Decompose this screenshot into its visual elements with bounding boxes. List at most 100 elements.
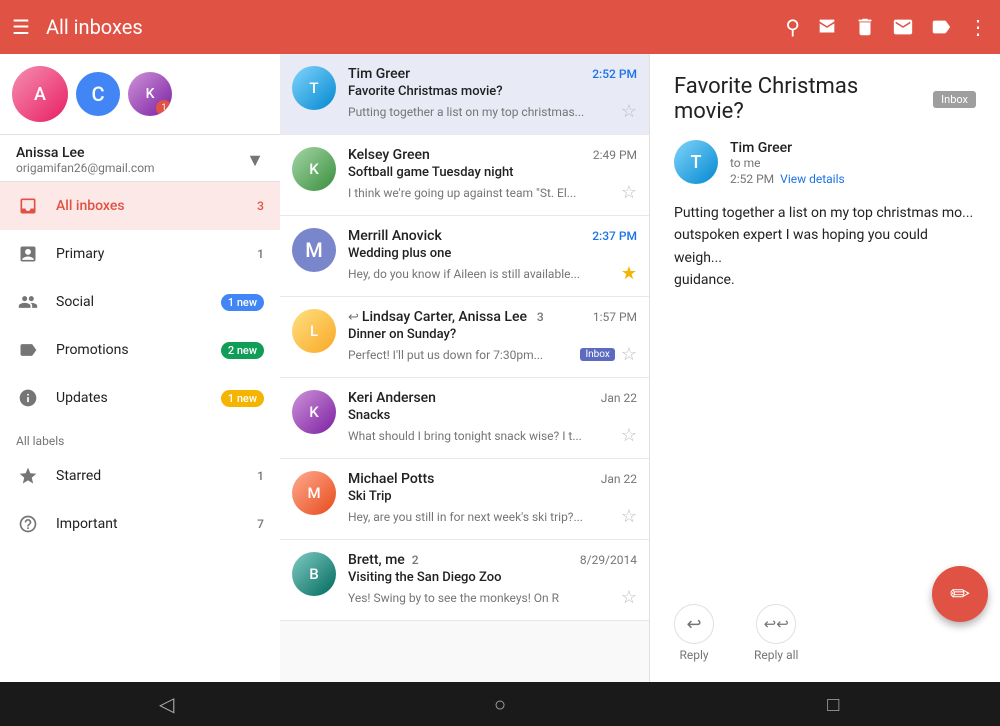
reply-all-button[interactable]: ↩↩ Reply all <box>754 604 798 662</box>
sidebar-item-primary[interactable]: Primary 1 <box>0 230 280 278</box>
email-sender-3: Merrill Anovick <box>348 228 442 244</box>
updates-badge: 1 new <box>221 390 264 407</box>
social-icon <box>16 290 40 314</box>
reply-all-icon: ↩↩ <box>756 604 796 644</box>
account-header: A C K 1 <box>0 54 280 135</box>
email-avatar-3: M <box>292 228 336 272</box>
detail-time: 2:52 PM <box>730 172 774 186</box>
view-details-link[interactable]: View details <box>780 172 845 186</box>
account-avatar-primary[interactable]: A <box>12 66 68 122</box>
star-icon <box>16 464 40 488</box>
email-subject-2: Softball game Tuesday night <box>348 165 637 180</box>
search-icon[interactable]: ⚲ <box>785 15 800 39</box>
social-label: Social <box>56 294 205 310</box>
email-star-5[interactable]: ☆ <box>621 425 637 446</box>
email-time-2: 2:49 PM <box>593 148 637 162</box>
all-labels-section: All labels <box>0 422 280 452</box>
compose-fab[interactable]: ✏ <box>932 566 988 622</box>
email-time-5: Jan 22 <box>601 391 637 405</box>
delete-icon[interactable] <box>854 16 876 38</box>
reply-label: Reply <box>679 648 708 662</box>
all-inboxes-icon <box>16 194 40 218</box>
email-subject-7: Visiting the San Diego Zoo <box>348 570 637 585</box>
promotions-label: Promotions <box>56 342 205 358</box>
email-star-3[interactable]: ★ <box>621 263 637 284</box>
recent-button[interactable]: □ <box>808 682 858 726</box>
email-star-6[interactable]: ☆ <box>621 506 637 527</box>
email-avatar-2: K <box>292 147 336 191</box>
promotions-icon <box>16 338 40 362</box>
page-title: All inboxes <box>46 15 143 39</box>
all-inboxes-label: All inboxes <box>56 198 241 214</box>
email-sender-7: Brett, me 2 <box>348 552 419 568</box>
email-list: T Tim Greer 2:52 PM Favorite Christmas m… <box>280 54 650 682</box>
primary-badge: 1 <box>257 247 264 261</box>
top-bar: ☰ All inboxes ⚲ ⋮ <box>0 0 1000 54</box>
email-time-1: 2:52 PM <box>592 67 637 81</box>
important-label: Important <box>56 516 241 532</box>
detail-sender-name: Tim Greer <box>730 140 976 156</box>
email-time-7: 8/29/2014 <box>580 553 637 567</box>
email-item-6[interactable]: M Michael Potts Jan 22 Ski Trip Hey, are… <box>280 459 649 540</box>
email-subject-5: Snacks <box>348 408 637 423</box>
all-inboxes-badge: 3 <box>257 199 264 213</box>
sidebar-item-all-inboxes[interactable]: All inboxes 3 <box>0 182 280 230</box>
email-avatar-4: L <box>292 309 336 353</box>
email-preview-5: What should I bring tonight snack wise? … <box>348 429 615 443</box>
account-name: Anissa Lee <box>16 145 155 161</box>
sidebar-item-social[interactable]: Social 1 new <box>0 278 280 326</box>
email-avatar-5: K <box>292 390 336 434</box>
sidebar-item-updates[interactable]: Updates 1 new <box>0 374 280 422</box>
bottom-nav: ◁ ○ □ <box>0 682 1000 726</box>
home-button[interactable]: ○ <box>475 682 525 726</box>
email-item-4[interactable]: L ↩ Lindsay Carter, Anissa Lee 3 1:57 PM… <box>280 297 649 378</box>
detail-body: Putting together a list on my top christ… <box>674 202 976 564</box>
compose-icon: ✏ <box>950 580 970 608</box>
email-item-2[interactable]: K Kelsey Green 2:49 PM Softball game Tue… <box>280 135 649 216</box>
email-avatar-7: B <box>292 552 336 596</box>
email-item-7[interactable]: B Brett, me 2 8/29/2014 Visiting the San… <box>280 540 649 621</box>
email-avatar-1: T <box>292 66 336 110</box>
email-item-3[interactable]: M Merrill Anovick 2:37 PM Wedding plus o… <box>280 216 649 297</box>
email-item-1[interactable]: T Tim Greer 2:52 PM Favorite Christmas m… <box>280 54 649 135</box>
updates-icon <box>16 386 40 410</box>
label-icon[interactable] <box>930 16 952 38</box>
email-preview-7: Yes! Swing by to see the monkeys! On R <box>348 591 615 605</box>
email-star-4[interactable]: ☆ <box>621 344 637 365</box>
email-item-5[interactable]: K Keri Andersen Jan 22 Snacks What shoul… <box>280 378 649 459</box>
email-star-1[interactable]: ☆ <box>621 101 637 122</box>
inbox-label-badge: Inbox <box>933 91 976 108</box>
sidebar-item-promotions[interactable]: Promotions 2 new <box>0 326 280 374</box>
sidebar-item-starred[interactable]: Starred 1 <box>0 452 280 500</box>
email-avatar-6: M <box>292 471 336 515</box>
detail-avatar: T <box>674 140 718 184</box>
primary-icon <box>16 242 40 266</box>
reply-button[interactable]: ↩ Reply <box>674 604 714 662</box>
important-badge: 7 <box>257 517 264 531</box>
starred-label: Starred <box>56 468 241 484</box>
account-avatar-secondary[interactable]: C <box>76 72 120 116</box>
more-icon[interactable]: ⋮ <box>968 15 988 39</box>
email-time-4: 1:57 PM <box>593 310 637 324</box>
sidebar-item-important[interactable]: Important 7 <box>0 500 280 548</box>
detail-actions: ↩ Reply ↩↩ Reply all <box>674 588 976 662</box>
detail-to: to me <box>730 156 976 170</box>
email-star-7[interactable]: ☆ <box>621 587 637 608</box>
account-info-row: Anissa Lee origamifan26@gmail.com ▼ <box>0 135 280 182</box>
menu-icon[interactable]: ☰ <box>12 15 30 39</box>
sidebar: A C K 1 Anissa Lee origamifan26@gmail.co… <box>0 54 280 682</box>
main-content: A C K 1 Anissa Lee origamifan26@gmail.co… <box>0 54 1000 682</box>
account-avatar-tertiary[interactable]: K 1 <box>128 72 172 116</box>
starred-badge: 1 <box>257 469 264 483</box>
important-icon <box>16 512 40 536</box>
archive-icon[interactable] <box>816 16 838 38</box>
account-dropdown-icon[interactable]: ▼ <box>246 150 264 171</box>
email-preview-2: I think we're going up against team "St.… <box>348 186 615 200</box>
email-subject-3: Wedding plus one <box>348 246 637 261</box>
mail-icon[interactable] <box>892 16 914 38</box>
email-subject-4: Dinner on Sunday? <box>348 327 637 342</box>
back-button[interactable]: ◁ <box>142 682 192 726</box>
promotions-badge: 2 new <box>221 342 264 359</box>
inbox-badge-4: Inbox <box>580 348 614 361</box>
email-star-2[interactable]: ☆ <box>621 182 637 203</box>
